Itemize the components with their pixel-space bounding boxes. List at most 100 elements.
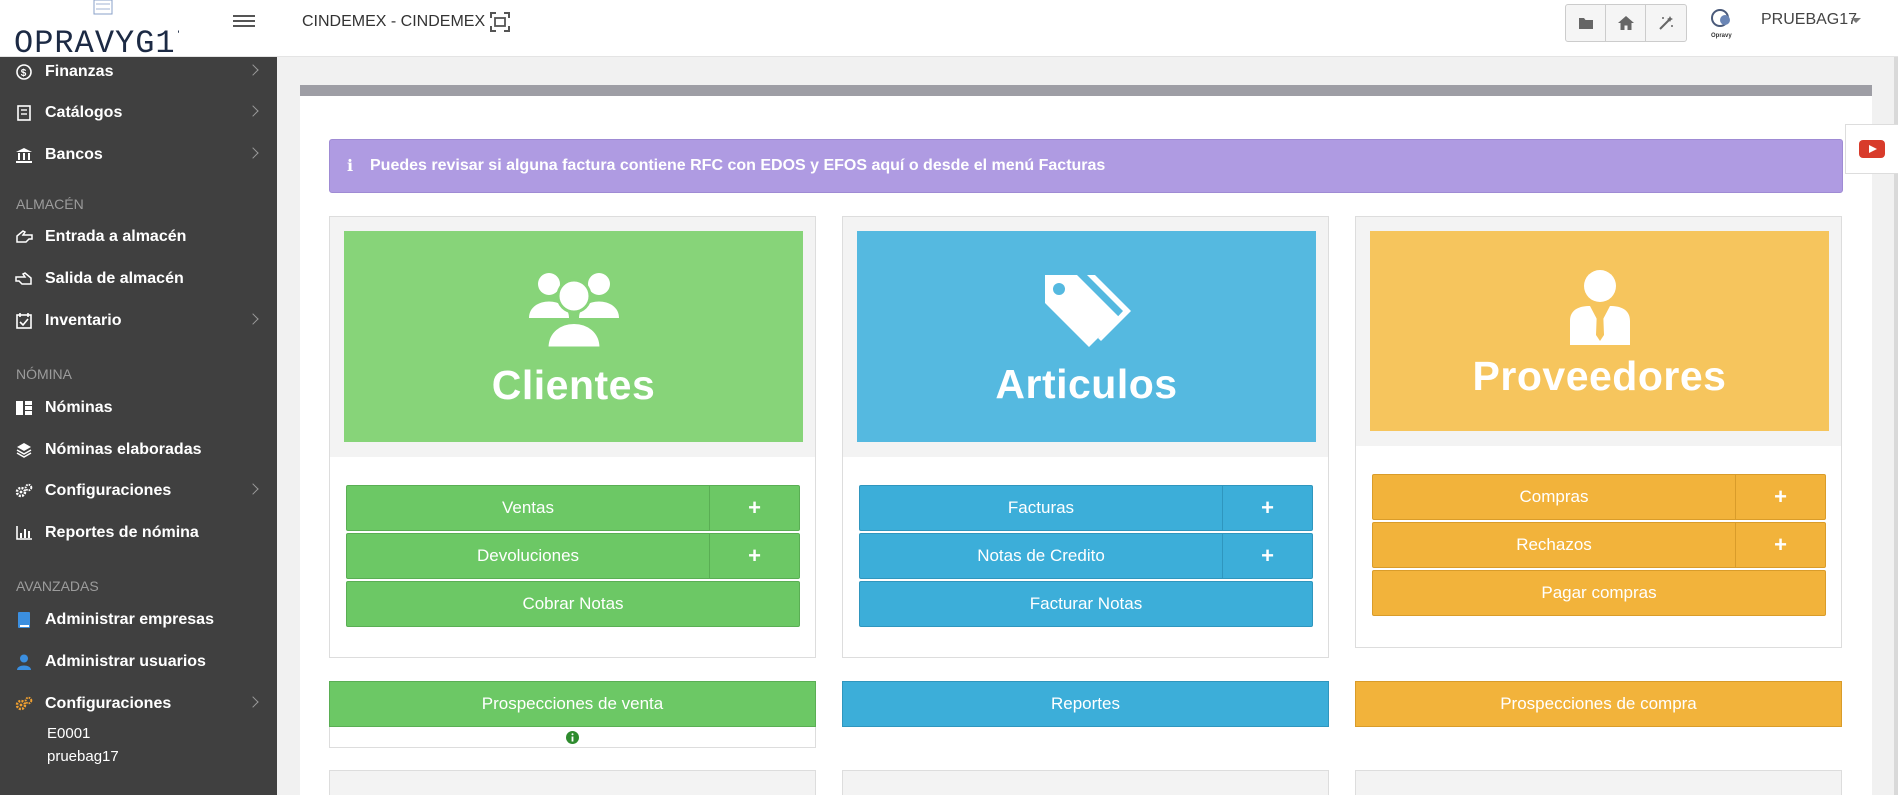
card-articulos: Articulos Facturas + Notas de Credito + … xyxy=(842,216,1329,658)
notas-credito-button[interactable]: Notas de Credito xyxy=(860,534,1222,578)
prospecciones-venta-button[interactable]: Prospecciones de venta xyxy=(329,681,816,727)
clientes-tile[interactable]: Clientes xyxy=(344,231,803,442)
sidebar: $ Finanzas Catálogos Bancos ALMACÉN Entr… xyxy=(0,57,277,795)
youtube-icon xyxy=(1859,140,1885,158)
card-proveedores: Proveedores Compras + Rechazos + Pagar c… xyxy=(1355,216,1842,648)
folder-button[interactable] xyxy=(1566,5,1606,41)
sidebar-item-salida-almacen[interactable]: Salida de almacén xyxy=(0,259,277,299)
devoluciones-button[interactable]: Devoluciones xyxy=(347,534,709,578)
magic-button[interactable] xyxy=(1646,5,1686,41)
add-factura-button[interactable]: + xyxy=(1222,486,1312,530)
home-button[interactable] xyxy=(1606,5,1646,41)
pagar-compras-button[interactable]: Pagar compras xyxy=(1373,571,1825,615)
home-icon xyxy=(1617,16,1634,30)
top-bar: OPRAVYG17.0 CINDEMEX - CINDEMEX Opravy P… xyxy=(0,0,1898,57)
menu-toggle-icon[interactable] xyxy=(233,12,255,30)
facturas-button[interactable]: Facturas xyxy=(860,486,1222,530)
tags-icon xyxy=(1044,275,1131,347)
info-alert[interactable]: ℹ Puedes revisar si alguna factura conti… xyxy=(329,139,1843,193)
chevron-right-icon xyxy=(247,483,259,495)
dollar-icon: $ xyxy=(15,63,33,81)
compras-row: Compras + xyxy=(1372,474,1826,520)
chevron-right-icon xyxy=(247,147,259,159)
sidebar-item-label: Nóminas elaboradas xyxy=(45,441,202,458)
info-strip xyxy=(329,727,816,748)
section-avanzadas: AVANZADAS xyxy=(16,578,99,594)
sidebar-item-nominas-elaboradas[interactable]: Nóminas elaboradas xyxy=(0,430,277,470)
gears-orange-icon xyxy=(15,695,33,713)
sidebar-item-inventario[interactable]: Inventario xyxy=(0,301,277,341)
sidebar-item-finanzas[interactable]: $ Finanzas xyxy=(0,52,277,92)
chevron-right-icon xyxy=(247,313,259,325)
facturar-notas-row: Facturar Notas xyxy=(859,581,1313,627)
users-icon xyxy=(528,273,619,348)
sidebar-item-label: Finanzas xyxy=(45,63,114,80)
footer-username: pruebag17 xyxy=(47,748,119,765)
sidebar-item-label: Administrar usuarios xyxy=(45,653,206,670)
add-rechazo-button[interactable]: + xyxy=(1735,523,1825,567)
opravy-logo[interactable]: OPRAVYG17.0 xyxy=(14,0,179,57)
fullscreen-icon[interactable] xyxy=(489,11,511,33)
section-almacen: ALMACÉN xyxy=(16,196,84,212)
layers-icon xyxy=(15,441,33,459)
sidebar-item-label: Reportes de nómina xyxy=(45,524,199,541)
toolbar-icon-group xyxy=(1565,4,1687,42)
sidebar-item-bancos[interactable]: Bancos xyxy=(0,135,277,175)
cobrar-notas-button[interactable]: Cobrar Notas xyxy=(347,582,799,626)
add-venta-button[interactable]: + xyxy=(709,486,799,530)
sidebar-item-nominas[interactable]: Nóminas xyxy=(0,388,277,428)
proveedores-tile[interactable]: Proveedores xyxy=(1370,231,1829,431)
articulos-tile[interactable]: Articulos xyxy=(857,231,1316,442)
company-name: CINDEMEX - CINDEMEX xyxy=(302,13,486,30)
supplier-icon xyxy=(1569,270,1630,345)
card-clientes: Clientes Ventas + Devoluciones + Cobrar … xyxy=(329,216,816,658)
gears-icon xyxy=(15,482,33,500)
sidebar-item-configuraciones-nomina[interactable]: Configuraciones xyxy=(0,471,277,511)
rechazos-row: Rechazos + xyxy=(1372,522,1826,568)
chevron-right-icon xyxy=(247,105,259,117)
hand-left-icon xyxy=(15,228,33,246)
add-devolucion-button[interactable]: + xyxy=(709,534,799,578)
chevron-right-icon xyxy=(247,696,259,708)
user-name[interactable]: PRUEBAG17 xyxy=(1761,11,1857,29)
next-card xyxy=(1355,770,1842,795)
pagar-compras-row: Pagar compras xyxy=(1372,570,1826,616)
sidebar-item-label: Configuraciones xyxy=(45,695,172,712)
sidebar-item-administrar-usuarios[interactable]: Administrar usuarios xyxy=(0,642,277,682)
facturar-notas-button[interactable]: Facturar Notas xyxy=(860,582,1312,626)
svg-text:Opravy: Opravy xyxy=(1711,33,1732,39)
sidebar-item-catalogos[interactable]: Catálogos xyxy=(0,93,277,133)
youtube-button[interactable] xyxy=(1845,124,1898,174)
list-icon xyxy=(15,399,33,417)
add-compra-button[interactable]: + xyxy=(1735,475,1825,519)
next-card xyxy=(329,770,816,795)
add-nota-credito-button[interactable]: + xyxy=(1222,534,1312,578)
devoluciones-row: Devoluciones + xyxy=(346,533,800,579)
ventas-button[interactable]: Ventas xyxy=(347,486,709,530)
bar-chart-icon xyxy=(15,524,33,542)
hand-right-icon xyxy=(15,270,33,288)
sidebar-item-configuraciones-avanzadas[interactable]: Configuraciones xyxy=(0,684,277,724)
compras-button[interactable]: Compras xyxy=(1373,475,1735,519)
prospecciones-compra-button[interactable]: Prospecciones de compra xyxy=(1355,681,1842,727)
cobrar-notas-row: Cobrar Notas xyxy=(346,581,800,627)
sidebar-item-label: Bancos xyxy=(45,146,103,163)
svg-text:OPRAVYG17.0: OPRAVYG17.0 xyxy=(14,25,179,57)
chevron-down-icon[interactable] xyxy=(1851,18,1861,23)
info-circle-icon[interactable] xyxy=(566,730,579,744)
page-scrollbar[interactable] xyxy=(1894,0,1898,795)
sidebar-item-label: Configuraciones xyxy=(45,482,172,499)
facturas-row: Facturas + xyxy=(859,485,1313,531)
next-card xyxy=(842,770,1329,795)
rechazos-button[interactable]: Rechazos xyxy=(1373,523,1735,567)
sidebar-item-reportes-nomina[interactable]: Reportes de nómina xyxy=(0,513,277,553)
user-avatar[interactable]: Opravy xyxy=(1706,6,1740,40)
section-nomina: NÓMINA xyxy=(16,366,72,382)
magic-wand-icon xyxy=(1659,16,1673,30)
calendar-check-icon xyxy=(15,312,33,330)
reportes-button[interactable]: Reportes xyxy=(842,681,1329,727)
sidebar-item-entrada-almacen[interactable]: Entrada a almacén xyxy=(0,217,277,257)
folder-icon xyxy=(1578,18,1593,29)
alert-text: Puedes revisar si alguna factura contien… xyxy=(370,157,1106,174)
sidebar-item-administrar-empresas[interactable]: Administrar empresas xyxy=(0,600,277,640)
